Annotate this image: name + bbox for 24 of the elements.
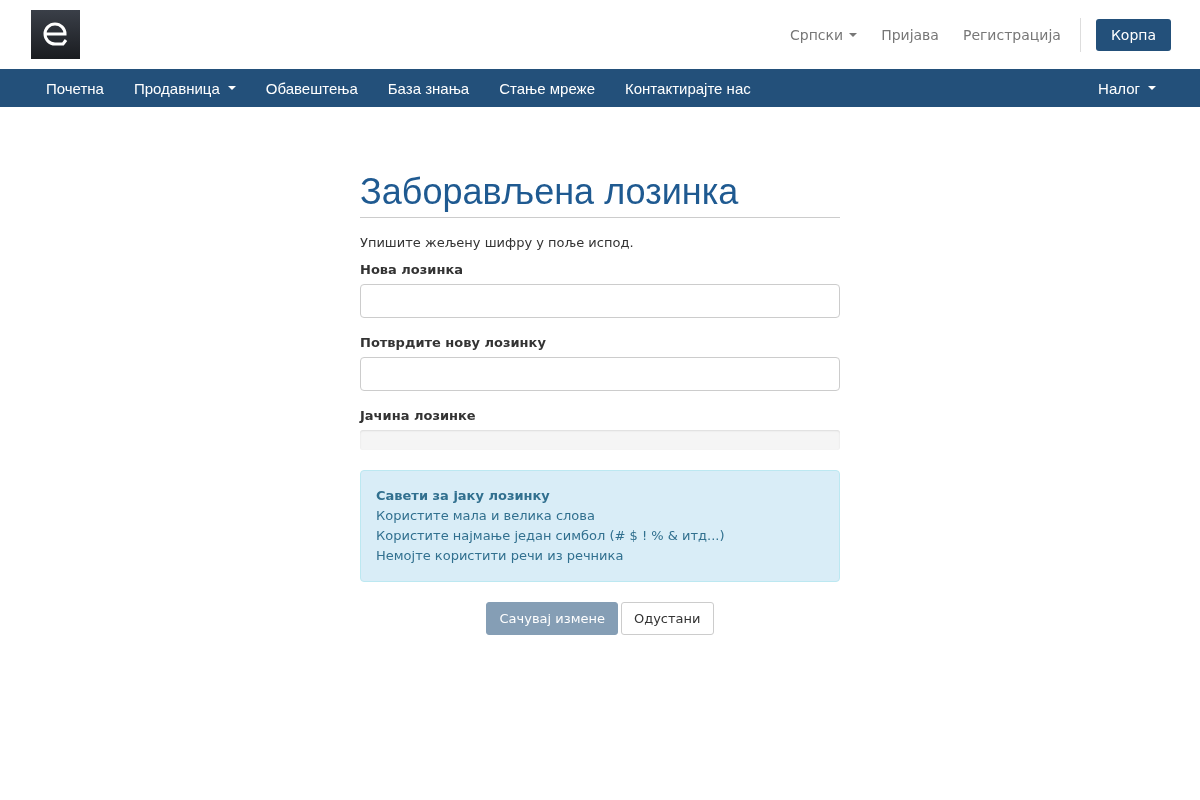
- tips-title: Савети за јаку лозинку: [376, 487, 551, 505]
- nav-link[interactable]: Контактирајте нас: [610, 79, 766, 97]
- logo-icon[interactable]: [31, 10, 80, 59]
- header-link[interactable]: Српски: [778, 26, 870, 43]
- header-link[interactable]: Регистрација: [950, 26, 1073, 43]
- intro-text: Упишите жељену шифру у поље испод.: [360, 235, 635, 250]
- cart-button[interactable]: Корпа: [1095, 18, 1171, 51]
- nav-link[interactable]: Обавештења: [250, 79, 373, 97]
- field-label: Нова лозинка: [360, 262, 465, 277]
- tip-text: Немојте користити речи из речника: [376, 547, 625, 565]
- nav-link[interactable]: Стање мреже: [484, 79, 610, 97]
- tip-text: Користите мала и велика слова: [376, 507, 596, 525]
- account-menu[interactable]: Налог: [1083, 79, 1171, 97]
- password-field[interactable]: [360, 357, 840, 391]
- tip-text: Користите најмање један симбол (# $ ! % & итд...): [376, 527, 726, 545]
- nav-link[interactable]: Продавница: [118, 79, 251, 97]
- field-label: Потврдите нову лозинку: [360, 335, 547, 350]
- password-field[interactable]: [360, 284, 840, 318]
- nav-link[interactable]: База знања: [372, 79, 485, 97]
- cancel-button[interactable]: Одустани: [620, 602, 714, 635]
- header-link[interactable]: Пријава: [869, 26, 951, 43]
- page-title: Заборављена лозинка: [360, 171, 840, 218]
- nav-link[interactable]: Почетна: [31, 79, 119, 97]
- field-label: Јачина лозинке: [360, 408, 477, 423]
